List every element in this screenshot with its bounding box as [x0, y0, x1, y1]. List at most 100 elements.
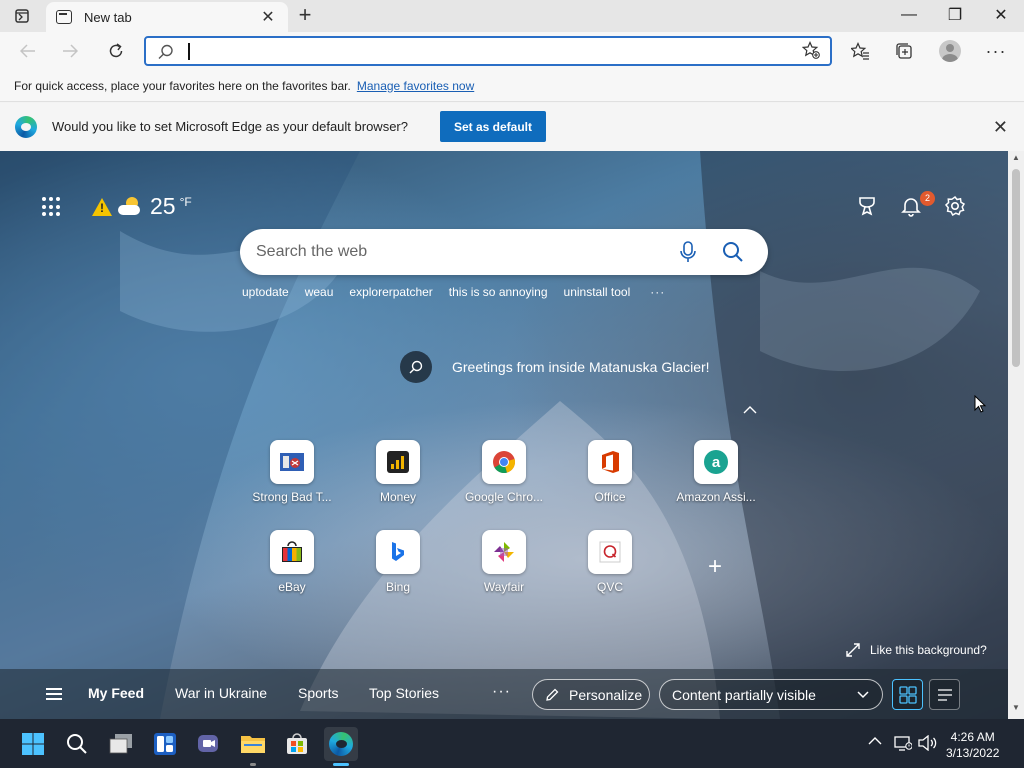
tab-war-in-ukraine[interactable]: War in Ukraine [175, 685, 267, 701]
qvc-icon [588, 530, 632, 574]
back-icon [20, 44, 35, 58]
edge-taskbar-button[interactable] [324, 727, 358, 761]
quick-link-tile[interactable]: Bing [348, 530, 448, 602]
teams-chat-icon [198, 735, 218, 752]
infobar-message: Would you like to set Microsoft Edge as … [52, 119, 408, 134]
windows-logo-icon [22, 733, 44, 755]
minimize-button[interactable]: — [886, 0, 932, 30]
clock-date: 3/13/2022 [946, 746, 1000, 760]
personalize-button[interactable]: Personalize [532, 679, 650, 710]
teams-chat-button[interactable] [192, 727, 226, 761]
tab-actions-button[interactable] [8, 6, 36, 26]
like-background-button[interactable]: Like this background? [846, 643, 987, 657]
amazon-assistant-icon: a [694, 440, 738, 484]
pencil-icon [546, 688, 559, 701]
content-visibility-dropdown[interactable]: Content partially visible [659, 679, 883, 710]
quick-link-tile[interactable]: Wayfair [454, 530, 554, 602]
grid-layout-icon [898, 685, 917, 704]
favorites-bar: For quick access, place your favorites h… [0, 70, 1024, 102]
add-quick-link-button[interactable]: + [704, 553, 726, 581]
hamburger-menu-icon[interactable] [46, 688, 62, 700]
search-icon [158, 44, 173, 59]
page-scrollbar[interactable]: ▲ ▼ [1008, 151, 1024, 719]
quick-link-label: Wayfair [483, 580, 525, 594]
mouse-cursor-icon [974, 395, 987, 413]
scroll-up-icon[interactable]: ▲ [1008, 153, 1024, 167]
tab-actions-icon [15, 9, 29, 23]
profile-avatar [939, 40, 961, 62]
quick-link-tile[interactable]: eBay [242, 530, 342, 602]
default-browser-infobar: Would you like to set Microsoft Edge as … [0, 103, 1024, 151]
quick-link-label: Money [379, 490, 417, 504]
volume-icon [918, 734, 937, 752]
store-icon [287, 733, 307, 754]
feed-more-button[interactable]: ··· [492, 683, 511, 701]
scroll-down-icon[interactable]: ▼ [1008, 703, 1024, 717]
tab-my-feed[interactable]: My Feed [88, 685, 144, 701]
list-layout-button[interactable] [929, 679, 960, 710]
widgets-icon [154, 733, 176, 755]
bing-icon [376, 530, 420, 574]
infobar-close-icon[interactable]: ✕ [993, 117, 1008, 138]
tab-top-stories[interactable]: Top Stories [369, 685, 439, 701]
favorites-icon[interactable] [844, 36, 876, 66]
taskbar-search-button[interactable] [60, 727, 94, 761]
new-tab-favicon-icon [56, 10, 72, 24]
clock-time: 4:26 AM [950, 730, 995, 744]
forward-icon [63, 44, 78, 58]
start-button[interactable] [16, 727, 50, 761]
quick-link-label: eBay [278, 580, 306, 594]
new-tab-button[interactable]: + [292, 4, 318, 28]
money-icon [376, 440, 420, 484]
quick-link-tile[interactable]: a Amazon Assi... [666, 440, 766, 512]
tab-sports[interactable]: Sports [298, 685, 338, 701]
widgets-button[interactable] [148, 727, 182, 761]
taskbar-clock[interactable]: 4:26 AM 3/13/2022 [946, 729, 999, 761]
tab-close-icon[interactable]: ✕ [258, 7, 278, 27]
ebay-icon [270, 530, 314, 574]
file-explorer-button[interactable] [236, 727, 270, 761]
content-visibility-value: Content partially visible [672, 686, 816, 703]
maximize-button[interactable]: ❐ [932, 0, 978, 30]
microsoft-store-button[interactable] [280, 727, 314, 761]
refresh-button[interactable] [100, 36, 132, 66]
office-icon [588, 440, 632, 484]
search-icon [67, 734, 87, 754]
task-view-button[interactable] [104, 727, 138, 761]
manage-favorites-link[interactable]: Manage favorites now [357, 79, 474, 93]
set-as-default-button[interactable]: Set as default [440, 111, 546, 142]
quick-link-label: Google Chro... [464, 490, 544, 504]
quick-link-tile[interactable]: Money [348, 440, 448, 512]
add-favorite-icon[interactable] [801, 41, 820, 64]
address-bar[interactable] [144, 36, 832, 66]
active-app-indicator [333, 763, 349, 766]
back-button[interactable] [12, 36, 44, 66]
quick-link-label: Amazon Assi... [676, 490, 756, 504]
feed-navigation-bar: My Feed War in Ukraine Sports Top Storie… [0, 669, 1008, 719]
show-hidden-icons-button[interactable] [868, 733, 882, 749]
strong-bad-icon [270, 440, 314, 484]
collections-icon[interactable] [888, 36, 920, 66]
chevron-down-icon [857, 691, 869, 699]
quick-link-label: Strong Bad T... [252, 490, 332, 504]
profile-button[interactable] [934, 36, 966, 66]
quick-link-tile[interactable]: Google Chro... [454, 440, 554, 512]
volume-button[interactable] [918, 734, 938, 754]
wayfair-icon [482, 530, 526, 574]
quick-link-tile[interactable]: Strong Bad T... [242, 440, 342, 512]
quick-links: Strong Bad T... Money Google Chro... Off… [0, 151, 1008, 719]
close-window-button[interactable]: ✕ [978, 0, 1024, 30]
quick-link-label: QVC [596, 580, 623, 594]
like-background-label: Like this background? [870, 643, 987, 657]
svg-text:a: a [712, 454, 721, 471]
tab-new-tab[interactable]: New tab ✕ [46, 2, 288, 32]
grid-layout-button[interactable] [892, 679, 923, 710]
network-status[interactable] [894, 735, 913, 754]
edge-window: New tab ✕ + — ❐ ✕ ··· For quick access, … [0, 0, 1024, 768]
more-icon[interactable]: ··· [980, 36, 1012, 66]
network-icon [894, 736, 913, 751]
quick-link-tile[interactable]: QVC [560, 530, 660, 602]
forward-button[interactable] [54, 36, 86, 66]
scroll-thumb[interactable] [1012, 169, 1020, 367]
quick-link-tile[interactable]: Office [560, 440, 660, 512]
